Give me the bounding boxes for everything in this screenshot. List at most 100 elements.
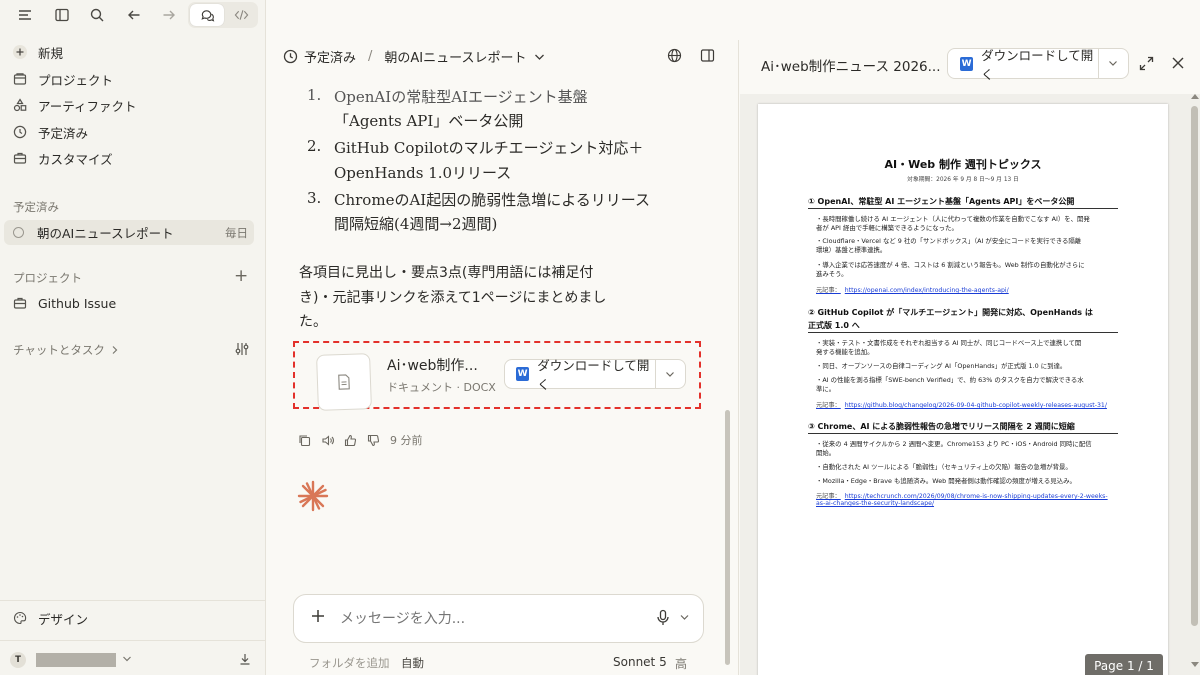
message-paragraph-line: た。 (299, 314, 327, 330)
sidebar-item-design[interactable]: デザイン (8, 605, 258, 631)
chat-panel: 予定済み / 朝のAIニュースレポート 1. OpenAIの常駐型AIエージェン… (267, 0, 735, 675)
globe-icon[interactable] (667, 48, 682, 63)
sidebar: 新規 プロジェクト アーティファクト 予定済み カスタマイズ 予定済み 朝のAI… (0, 0, 266, 675)
mode-selector[interactable]: 自動 (401, 655, 424, 671)
chevron-down-icon[interactable] (534, 53, 545, 61)
plus-icon[interactable] (310, 608, 326, 624)
sidebar-item-artifacts[interactable]: アーティファクト (8, 92, 258, 118)
sidebar-toggle-icon[interactable] (49, 4, 75, 26)
sidebar-item-label: カスタマイズ (38, 151, 113, 167)
close-panel-icon[interactable] (1171, 56, 1185, 70)
chats-header-label: チャットとタスク (13, 343, 105, 357)
frequency-badge: 毎日 (225, 225, 248, 240)
doc-section-heading: ① OpenAI、常駐型 AI エージェント基盤「Agents API」をベータ… (808, 197, 1075, 206)
doc-link-text: https://techcrunch.com/2026/09/08/chrome… (844, 493, 1108, 500)
page-title[interactable]: 朝のAIニュースレポート (384, 47, 526, 66)
sidebar-item-github-issue[interactable]: Github Issue (8, 290, 258, 316)
doc-bullet: 発する機能を追加。 (816, 348, 874, 356)
doc-bullet: 者が API 経由で手軽に構築できるようになった。 (816, 224, 958, 232)
folder-icon (10, 72, 30, 86)
message-input[interactable] (340, 607, 640, 631)
add-project-button[interactable]: + (234, 266, 248, 286)
panel-toggle-icon[interactable] (700, 48, 715, 63)
search-icon[interactable] (84, 4, 110, 26)
sidebar-item-label: 新規 (38, 45, 64, 61)
sidebar-item-morning-report[interactable]: 朝のAIニュースレポート 毎日 (4, 220, 254, 245)
download-open-label: ダウンロードして開く (537, 358, 650, 392)
expand-icon[interactable] (1139, 56, 1154, 71)
avatar[interactable]: T (10, 652, 26, 668)
doc-link-continuation[interactable]: as-ai-changes-the-security-landscape/ (816, 500, 934, 507)
chat-scrollbar[interactable] (725, 80, 731, 670)
claude-spark-icon (296, 479, 330, 513)
model-selector[interactable]: Sonnet 5 (613, 655, 667, 669)
redacted-username (36, 653, 116, 667)
breadcrumb: 予定済み / 朝のAIニュースレポート (283, 47, 545, 66)
scheduled-section-header: 予定済み (13, 200, 59, 214)
download-icon[interactable] (238, 652, 252, 666)
document-viewport: AI・Web 制作 週刊トピックス 対象期間：2026 年 9 月 8 日〜9 … (740, 94, 1200, 675)
chats-section-header[interactable]: チャットとタスク (13, 342, 119, 358)
attachment-card[interactable]: Ai･web制作... ドキュメント · DOCX W ダウンロードして開く (293, 341, 701, 411)
sidebar-item-projects[interactable]: プロジェクト (8, 66, 258, 92)
document-preview-panel: Ai･web制作ニュース 2026... W ダウンロードして開く AI・Web… (740, 0, 1200, 675)
doc-title: AI・Web 制作 週刊トピックス (884, 158, 1042, 171)
thumbs-up-icon[interactable] (344, 434, 357, 447)
copy-icon[interactable] (298, 434, 311, 447)
doc-bullet: 準に。 (816, 385, 836, 393)
doc-source-label: 元記事： (816, 402, 841, 409)
message-timestamp: 9 分前 (390, 434, 423, 447)
word-icon: W (960, 56, 974, 71)
chevron-down-icon[interactable] (122, 655, 132, 663)
sidebar-item-customize[interactable]: カスタマイズ (8, 145, 258, 171)
sidebar-item-new[interactable]: 新規 (8, 39, 258, 65)
palette-icon (10, 611, 30, 625)
attachment-title: Ai･web制作... (387, 358, 478, 374)
doc-section-heading: ③ Chrome、AI による脆弱性報告の急増でリリース間隔を 2 週間に短縮 (808, 422, 1075, 431)
doc-link-text: https://openai.com/index/introducing-the… (844, 287, 1009, 294)
back-arrow-icon[interactable] (121, 4, 147, 26)
chevron-down-icon[interactable] (680, 614, 689, 621)
panel-divider[interactable] (738, 40, 739, 675)
list-item-text: OpenHands 1.0リリース (334, 164, 512, 182)
download-open-button[interactable]: W ダウンロードして開く (947, 48, 1129, 82)
doc-bullet: ・長時間稼働し続ける AI エージェント（人に代わって複数の作業を自動でこなす … (816, 215, 1090, 223)
projects-section-header: プロジェクト (13, 271, 82, 285)
doc-source-link[interactable]: 元記事： https://techcrunch.com/2026/09/08/ch… (816, 491, 1108, 500)
add-folder-button[interactable]: フォルダを追加 (309, 655, 390, 671)
chevron-down-icon[interactable] (654, 359, 685, 389)
chat-mode-icon[interactable] (190, 4, 224, 26)
download-open-label: ダウンロードして開く (981, 47, 1094, 82)
shapes-icon (10, 98, 30, 112)
code-mode-icon[interactable] (226, 4, 256, 26)
doc-bullet: ・従来の 4 週間サイクルから 2 週間へ変更。Chrome153 より PC・… (816, 440, 1092, 448)
breadcrumb-parent[interactable]: 予定済み (304, 47, 356, 66)
microphone-icon[interactable] (656, 609, 670, 626)
document-scrollbar[interactable] (1188, 94, 1200, 675)
word-icon: W (516, 367, 530, 381)
doc-source-label: 元記事： (816, 493, 841, 500)
document-title: Ai･web制作ニュース 2026... (761, 59, 941, 75)
sidebar-item-scheduled[interactable]: 予定済み (8, 119, 258, 145)
chevron-right-icon (111, 345, 119, 355)
briefcase-icon (10, 296, 30, 310)
menu-icon[interactable] (12, 4, 38, 26)
doc-source-link[interactable]: 元記事： https://github.blog/changelog/2026-0… (816, 400, 1107, 409)
download-open-button[interactable]: W ダウンロードして開く (504, 358, 686, 392)
message-actions: 9 分前 (298, 432, 423, 448)
breadcrumb-separator: / (368, 49, 373, 64)
doc-source-link[interactable]: 元記事： https://openai.com/index/introducing… (816, 285, 1009, 294)
thumbs-down-icon[interactable] (367, 434, 380, 447)
sidebar-item-label: アーティファクト (38, 98, 137, 114)
clock-icon (283, 49, 298, 64)
filter-icon[interactable] (234, 341, 250, 357)
doc-bullet: ・AI の性能を測る指標「SWE-bench Verified」で、約 63% … (816, 376, 1084, 384)
speaker-icon[interactable] (321, 434, 334, 447)
list-number: 3. (307, 189, 322, 207)
list-item-text: 「Agents API」ベータ公開 (334, 112, 524, 130)
message-paragraph-line: 各項目に見出し・要点3点(専門用語には補足付 (299, 265, 594, 281)
forward-arrow-icon[interactable] (156, 4, 182, 26)
effort-level[interactable]: 高 (675, 655, 687, 672)
chevron-down-icon[interactable] (1097, 48, 1128, 79)
plus-circle-icon (10, 44, 30, 60)
